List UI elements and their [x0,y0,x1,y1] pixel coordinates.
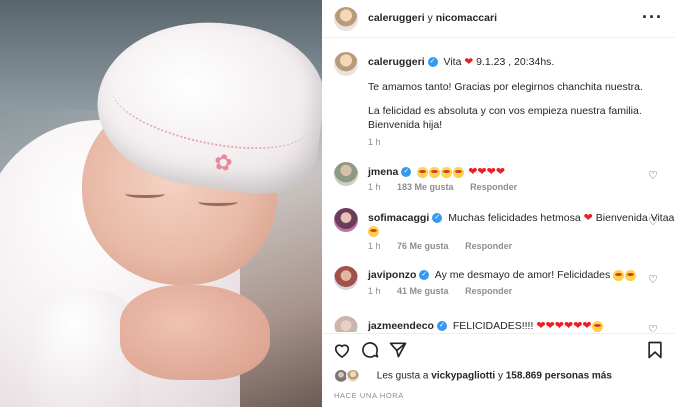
comment-avatar[interactable] [334,316,358,332]
heart-eyes-emoji [591,320,603,332]
likes-middle: y [497,370,503,382]
post-header: caleruggeri y nicomaccari ··· [322,0,675,38]
comment-javiponzo: javiponzo ✓ Ay me desmayo de amor! Felici… [334,266,664,308]
verified-icon: ✓ [427,57,438,68]
comment-username[interactable]: jazmeendeco [368,320,434,332]
caption-line2: Te amamos tanto! Gracias por elegirnos c… [368,81,643,93]
post-photo[interactable]: ✿ [0,0,322,407]
header-avatar[interactable] [334,7,358,31]
comment-time: 1 h [368,182,381,192]
likes-summary[interactable]: Les gusta a vickypagliotti y 158.869 per… [334,369,612,385]
post-detail-panel: caleruggeri y nicomaccari ··· calerugger… [322,0,675,407]
heart-emoji: ❤ [583,212,593,224]
share-icon[interactable] [388,340,408,360]
verified-icon: ✓ [436,321,447,332]
comment-text: Ay me desmayo de amor! Felicidades [434,269,611,281]
comment-meta: 1 h 41 Me gusta Responder [368,286,526,296]
comment-username[interactable]: jmena [368,166,398,178]
comment-icon[interactable] [360,340,380,360]
comment-avatar[interactable] [334,208,358,232]
caption-first-line: caleruggeri ✓ Vita ❤ 9.1.23 , 20:34hs. [368,56,554,68]
comment-body: jmena ✓ ❤❤❤❤ [368,165,505,178]
comment-text: Muchas felicidades hetmosa [448,212,581,224]
baby-hand [120,285,270,380]
reply-button[interactable]: Responder [465,286,512,296]
comment-body: sofimacaggi ✓ Muchas felicidades hetmosa … [368,211,674,224]
bookmark-icon[interactable] [645,340,665,360]
like-comment-heart-icon[interactable]: ♡ [648,169,658,182]
comment-body: jazmeendeco ✓ FELICIDADES!!!! ❤❤❤❤❤❤ [368,319,604,332]
comment-jazmeendeco: jazmeendeco ✓ FELICIDADES!!!! ❤❤❤❤❤❤ ♡ [334,316,664,332]
verified-icon: ✓ [401,167,412,178]
heart-eyes-emoji [368,225,379,237]
reply-button[interactable]: Responder [470,182,517,192]
likes-count[interactable]: 158.869 personas más [506,371,612,382]
caption-avatar[interactable] [334,52,358,76]
heart-eyes-emoji [453,166,465,178]
comment-username[interactable]: javiponzo [368,269,416,281]
comment-avatar[interactable] [334,162,358,186]
post-actions [322,333,675,363]
heart-eyes-emoji [625,269,637,281]
comment-time: 1 h [368,286,381,296]
baby-eye-left [125,190,165,198]
heart-eyes-emoji [429,166,441,178]
comment-likes[interactable]: 41 Me gusta [397,286,449,296]
likes-prefix: Les gusta a [376,370,429,382]
baby-eye-right [198,198,238,206]
emoji-row: ❤❤❤❤ [417,166,505,178]
caption-time: 1 h [368,137,381,147]
comment-text: FELICIDADES!!!! [452,320,534,332]
comment-time: 1 h [368,241,381,251]
comment-body: javiponzo ✓ Ay me desmayo de amor! Felici… [368,269,637,281]
comment-sofimacaggi: sofimacaggi ✓ Muchas felicidades hetmosa … [334,208,674,251]
header-usernames: caleruggeri y nicomaccari [368,12,497,24]
like-comment-heart-icon[interactable]: ♡ [648,273,658,286]
heart-emoji: ❤❤❤❤❤❤ [536,320,592,332]
verified-icon: ✓ [419,270,430,281]
heart-eyes-emoji [613,269,625,281]
heart-eyes-emoji [441,166,453,178]
verified-icon: ✓ [432,213,443,224]
heart-icon[interactable] [332,340,352,360]
comment-text-after: Bienvenida Vitaa [595,212,675,224]
heart-eyes-emoji [417,166,429,178]
liker-avatars [334,369,368,383]
caption-date: 9.1.23 , 20:34hs. [476,56,555,68]
like-comment-heart-icon[interactable]: ♡ [648,323,658,332]
heart-emoji: ❤ [464,56,474,68]
reply-button[interactable]: Responder [465,241,512,251]
heart-emoji: ❤❤❤❤ [468,166,506,178]
comment-continuation [368,225,380,237]
header-user1[interactable]: caleruggeri [368,12,425,24]
header-connector: y [427,12,433,24]
likes-user[interactable]: vickypagliotti [431,371,495,382]
header-user2[interactable]: nicomaccari [436,12,497,24]
comment-likes[interactable]: 76 Me gusta [397,241,449,251]
caption-prefix: Vita [443,56,462,68]
comment-meta: 1 h 183 Me gusta Responder [368,182,531,192]
comment-avatar[interactable] [334,266,358,290]
more-horizontal-icon[interactable]: ··· [642,8,663,26]
caption-username[interactable]: caleruggeri [368,56,425,68]
posted-time: HACE UNA HORA [334,391,404,400]
comment-jmena: jmena ✓ ❤❤❤❤ 1 h 183 Me gusta Responder ♡ [334,162,664,204]
caption-line3: La felicidad es absoluta y con vos empie… [368,105,642,131]
comment-username[interactable]: sofimacaggi [368,212,429,224]
comment-likes[interactable]: 183 Me gusta [397,182,454,192]
liker-avatar [346,369,360,383]
comment-meta: 1 h 76 Me gusta Responder [368,241,526,251]
like-comment-heart-icon[interactable]: ♡ [648,215,658,228]
